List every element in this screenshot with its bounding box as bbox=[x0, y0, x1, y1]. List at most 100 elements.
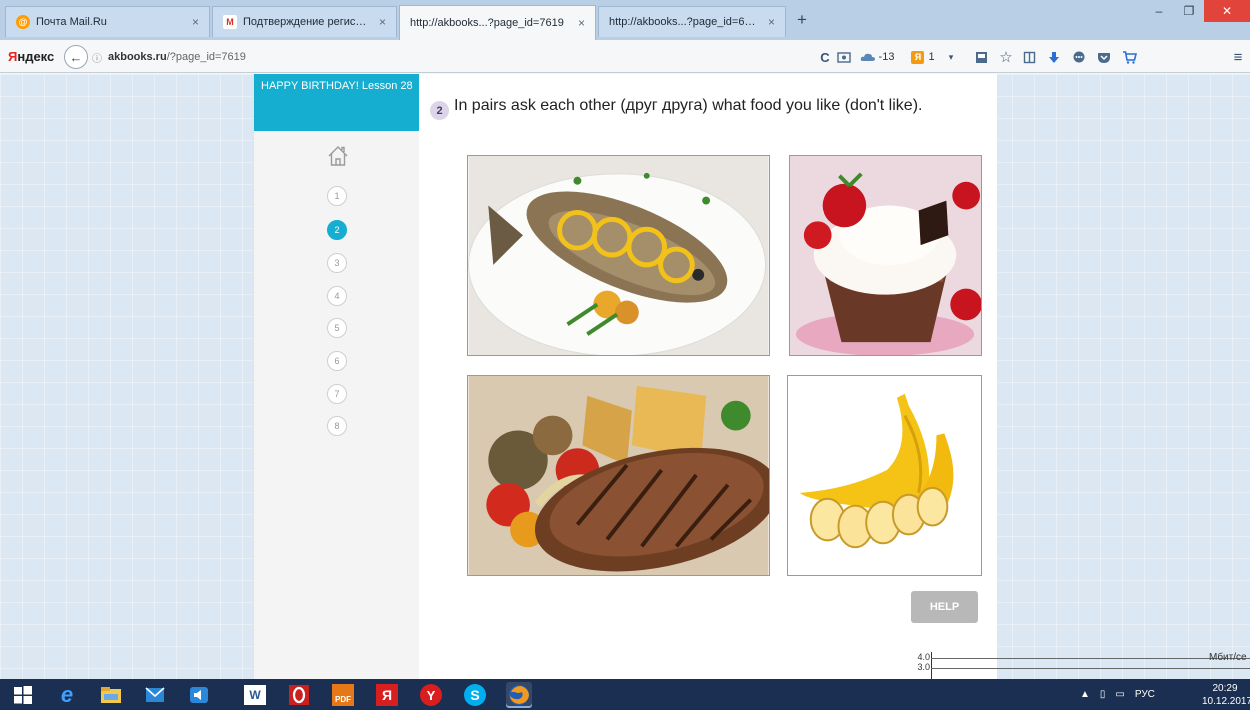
yandex-mail-widget[interactable]: Я 1 bbox=[908, 48, 938, 66]
chat-icon[interactable] bbox=[1070, 48, 1088, 66]
bookmark-star-icon[interactable]: ☆ bbox=[997, 48, 1015, 66]
close-icon[interactable]: × bbox=[768, 15, 775, 29]
network-icon[interactable]: ▯ bbox=[1100, 689, 1106, 700]
action-center-icon[interactable]: ▭ bbox=[1115, 689, 1124, 700]
step-8[interactable]: 8 bbox=[327, 416, 347, 436]
file-explorer-icon[interactable] bbox=[98, 682, 124, 708]
site-info-icon[interactable]: ⓘ bbox=[92, 50, 102, 65]
speed-tick: 4.0 bbox=[917, 652, 930, 662]
tab-label: Подтверждение регистра... bbox=[243, 16, 371, 28]
page-viewport: HAPPY BIRTHDAY! Lesson 28 1 2 3 4 5 6 7 … bbox=[0, 74, 1250, 679]
language-indicator[interactable]: РУС bbox=[1135, 689, 1155, 700]
pocket-icon[interactable] bbox=[1095, 48, 1113, 66]
lesson-sidebar: HAPPY BIRTHDAY! Lesson 28 1 2 3 4 5 6 7 … bbox=[253, 74, 420, 679]
yandex-logo[interactable]: Яндекс bbox=[8, 49, 54, 64]
help-button[interactable]: HELP bbox=[911, 591, 978, 623]
steak-image bbox=[467, 375, 770, 576]
mail-count: 1 bbox=[928, 51, 935, 63]
windows-taskbar: e W PDF Я Y S ▲ ▯ ▭ РУС 20:29 10.12.2017 bbox=[0, 679, 1250, 710]
cloud-icon bbox=[860, 53, 875, 61]
reading-mode-icon[interactable] bbox=[972, 48, 990, 66]
mail-icon: Я bbox=[911, 50, 925, 64]
close-icon[interactable]: × bbox=[578, 16, 585, 30]
step-4[interactable]: 4 bbox=[327, 286, 347, 306]
system-tray: ▲ ▯ ▭ РУС bbox=[1080, 679, 1165, 710]
tab-label: http://akbooks...?page_id=7619 bbox=[410, 17, 564, 29]
cart-icon[interactable] bbox=[1120, 48, 1138, 66]
close-icon[interactable]: × bbox=[192, 15, 199, 29]
step-7[interactable]: 7 bbox=[327, 384, 347, 404]
lesson-title: HAPPY BIRTHDAY! Lesson 28 bbox=[254, 74, 420, 131]
fish-icon bbox=[468, 156, 769, 355]
step-3[interactable]: 3 bbox=[327, 253, 347, 273]
cupcake-image bbox=[789, 155, 982, 356]
yandex-browser-icon[interactable]: Y bbox=[418, 682, 444, 708]
menu-icon[interactable]: ≡ bbox=[1230, 48, 1246, 66]
new-tab-button[interactable]: + bbox=[797, 10, 807, 30]
fish-image bbox=[467, 155, 770, 356]
temperature: -13 bbox=[878, 51, 895, 63]
tab-label: Почта Mail.Ru bbox=[36, 16, 107, 28]
step-2[interactable]: 2 bbox=[327, 220, 347, 240]
maximize-button[interactable]: ❐ bbox=[1174, 0, 1204, 22]
chevron-down-icon[interactable]: ▾ bbox=[944, 48, 958, 66]
url-path: /?page_id=7619 bbox=[166, 51, 246, 63]
clock-date: 10.12.2017 bbox=[1202, 696, 1250, 707]
steak-icon bbox=[468, 376, 769, 575]
speed-axis bbox=[931, 652, 932, 679]
cupcake-icon bbox=[790, 156, 981, 355]
mail-icon[interactable] bbox=[142, 682, 168, 708]
step-5[interactable]: 5 bbox=[327, 318, 347, 338]
internet-explorer-icon[interactable]: e bbox=[54, 682, 80, 708]
windows-start-icon[interactable] bbox=[10, 682, 36, 708]
minimize-button[interactable]: – bbox=[1144, 0, 1174, 22]
pdf-label: PDF bbox=[332, 684, 354, 706]
word-icon[interactable]: W bbox=[242, 682, 268, 708]
screenshot-icon[interactable] bbox=[835, 48, 853, 66]
back-button[interactable]: ← bbox=[64, 45, 88, 69]
lesson-content: 2 In pairs ask each other (друг друга) w… bbox=[419, 74, 997, 679]
gmail-icon: M bbox=[223, 15, 237, 29]
step-1[interactable]: 1 bbox=[327, 186, 347, 206]
pdf-icon[interactable]: PDF bbox=[330, 682, 356, 708]
home-icon[interactable] bbox=[326, 144, 350, 168]
tab-mail-ru[interactable]: @ Почта Mail.Ru × bbox=[5, 6, 210, 37]
skype-icon[interactable]: S bbox=[462, 682, 488, 708]
word-label: W bbox=[244, 685, 266, 705]
reload-button[interactable]: C bbox=[815, 48, 835, 66]
url-domain: akbooks.ru bbox=[108, 51, 167, 63]
tab-akbooks-7619[interactable]: http://akbooks...?page_id=7619 × bbox=[399, 5, 596, 40]
weather-widget[interactable]: -13 bbox=[855, 48, 899, 66]
step-6[interactable]: 6 bbox=[327, 351, 347, 371]
yandex-icon[interactable]: Я bbox=[374, 682, 400, 708]
banana-icon bbox=[788, 376, 981, 575]
tab-akbooks-6460[interactable]: http://akbooks...?page_id=6460 × bbox=[598, 6, 786, 37]
speed-tick: 3.0 bbox=[917, 662, 930, 672]
bookmarks-icon[interactable] bbox=[1020, 48, 1038, 66]
close-icon[interactable]: × bbox=[379, 15, 386, 29]
clock[interactable]: 20:29 10.12.2017 bbox=[1202, 682, 1250, 708]
speed-line bbox=[931, 658, 1250, 659]
clock-time: 20:29 bbox=[1212, 683, 1238, 694]
task-number-badge: 2 bbox=[430, 101, 449, 120]
window-close-button[interactable]: ✕ bbox=[1204, 0, 1250, 22]
skype-label: S bbox=[464, 684, 486, 706]
bananas-image bbox=[787, 375, 982, 576]
speed-line bbox=[931, 668, 1250, 669]
tab-label: http://akbooks...?page_id=6460 bbox=[609, 16, 760, 28]
speaker-icon[interactable] bbox=[186, 682, 212, 708]
task-instruction: In pairs ask each other (друг друга) wha… bbox=[454, 97, 923, 114]
yandex-browser-label: Y bbox=[420, 684, 442, 706]
opera-icon[interactable] bbox=[286, 682, 312, 708]
speed-unit: Мбит/се bbox=[1209, 652, 1247, 663]
network-speed-widget: 4.0 3.0 Мбит/се bbox=[912, 652, 1250, 679]
browser-tab-bar: @ Почта Mail.Ru × M Подтверждение регист… bbox=[0, 0, 1250, 40]
firefox-icon[interactable] bbox=[506, 682, 532, 708]
tray-arrow-icon[interactable]: ▲ bbox=[1080, 689, 1090, 700]
download-icon[interactable] bbox=[1045, 48, 1063, 66]
mail-ru-icon: @ bbox=[16, 15, 30, 29]
yandex-label: Я bbox=[376, 684, 398, 706]
tab-registration[interactable]: M Подтверждение регистра... × bbox=[212, 6, 397, 37]
address-bar[interactable]: ⓘ akbooks.ru /?page_id=7619 bbox=[92, 46, 832, 68]
browser-toolbar: Яндекс ← ⓘ akbooks.ru /?page_id=7619 C -… bbox=[0, 40, 1250, 73]
